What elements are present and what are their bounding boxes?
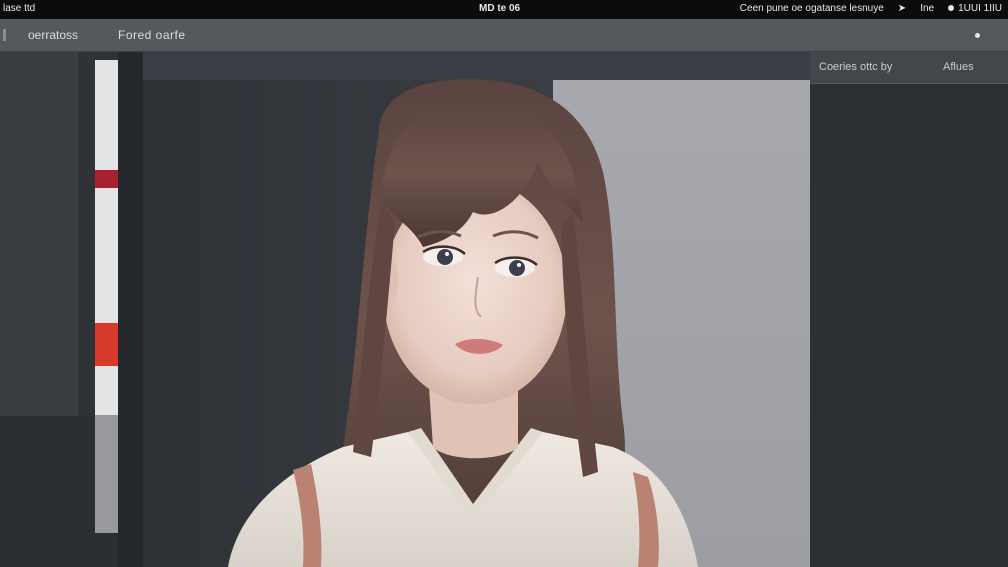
color-strip[interactable]: [95, 60, 118, 533]
swatch-light-3[interactable]: [95, 366, 118, 415]
left-panel: [0, 52, 78, 416]
right-panel-header: Coeries ottc by Aflues: [810, 52, 1008, 84]
swatch-gray[interactable]: [95, 415, 118, 533]
toolbar-handle[interactable]: [3, 29, 6, 41]
right-header-left[interactable]: Coeries ottc by: [819, 61, 892, 73]
tab-first[interactable]: oerratoss: [28, 28, 78, 42]
status-item-3-wrap[interactable]: 1UUI 1IIU: [948, 3, 1002, 14]
toolbar: oerratoss Fored oarfe: [0, 19, 1008, 52]
menu-bar-left-label[interactable]: lase ttd: [3, 3, 35, 14]
status-item-3: 1UUI 1IIU: [958, 3, 1002, 14]
image-canvas[interactable]: [143, 52, 810, 567]
swatch-light-1[interactable]: [95, 60, 118, 170]
right-header-right[interactable]: Aflues: [943, 61, 974, 73]
swatch-orange-red[interactable]: [95, 323, 118, 366]
window-title: MD te 06: [479, 3, 521, 14]
status-item-2[interactable]: Ine: [920, 3, 934, 14]
swatch-light-2[interactable]: [95, 188, 118, 323]
swatch-red[interactable]: [95, 170, 118, 188]
menu-bar: lase ttd MD te 06 Ceen pune oe ogatanse …: [0, 0, 1008, 19]
status-area: Ceen pune oe ogatanse lesnuye ➤ Ine 1UUI…: [740, 3, 1002, 14]
status-text[interactable]: Ceen pune oe ogatanse lesnuye: [740, 3, 884, 14]
menu-dot-icon[interactable]: [975, 33, 980, 38]
portrait-image: [228, 79, 698, 567]
arrow-icon[interactable]: ➤: [898, 3, 906, 14]
record-dot-icon: [948, 5, 955, 11]
panel-divider: [118, 52, 143, 567]
tab-second[interactable]: Fored oarfe: [118, 28, 186, 42]
right-panel: Coeries ottc by Aflues: [810, 52, 1008, 567]
